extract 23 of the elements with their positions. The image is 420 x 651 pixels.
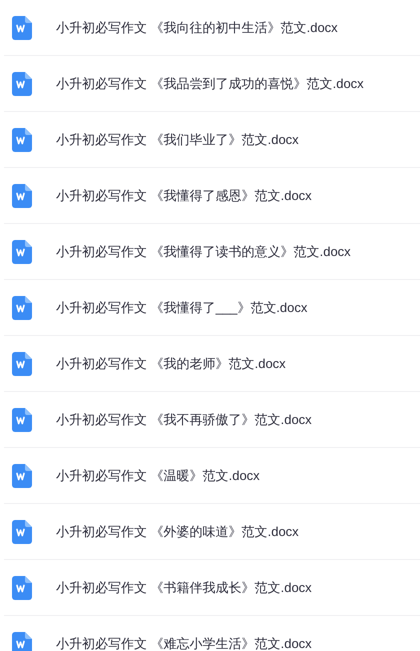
- word-document-icon: [12, 576, 32, 600]
- word-document-icon: [12, 240, 32, 264]
- word-document-icon: [12, 16, 32, 40]
- file-name[interactable]: 小升初必写作文 《我的老师》范文.docx: [56, 354, 286, 374]
- file-name[interactable]: 小升初必写作文 《我不再骄傲了》范文.docx: [56, 410, 312, 430]
- file-name[interactable]: 小升初必写作文 《我懂得了读书的意义》范文.docx: [56, 242, 351, 262]
- file-name[interactable]: 小升初必写作文 《我品尝到了成功的喜悦》范文.docx: [56, 74, 364, 94]
- word-document-icon: [12, 408, 32, 432]
- word-document-icon: [12, 464, 32, 488]
- word-document-icon: [12, 184, 32, 208]
- file-name[interactable]: 小升初必写作文 《我懂得了___》范文.docx: [56, 298, 308, 318]
- file-name[interactable]: 小升初必写作文 《难忘小学生活》范文.docx: [56, 634, 312, 651]
- word-document-icon: [12, 72, 32, 96]
- file-name[interactable]: 小升初必写作文 《我向往的初中生活》范文.docx: [56, 18, 338, 38]
- file-name[interactable]: 小升初必写作文 《我们毕业了》范文.docx: [56, 130, 299, 150]
- word-document-icon: [12, 520, 32, 544]
- file-name[interactable]: 小升初必写作文 《外婆的味道》范文.docx: [56, 522, 299, 542]
- word-document-icon: [12, 128, 32, 152]
- word-document-icon: [12, 296, 32, 320]
- file-name[interactable]: 小升初必写作文 《我懂得了感恩》范文.docx: [56, 186, 312, 206]
- word-document-icon: [12, 352, 32, 376]
- file-name[interactable]: 小升初必写作文 《温暖》范文.docx: [56, 466, 260, 486]
- file-name[interactable]: 小升初必写作文 《书籍伴我成长》范文.docx: [56, 578, 312, 598]
